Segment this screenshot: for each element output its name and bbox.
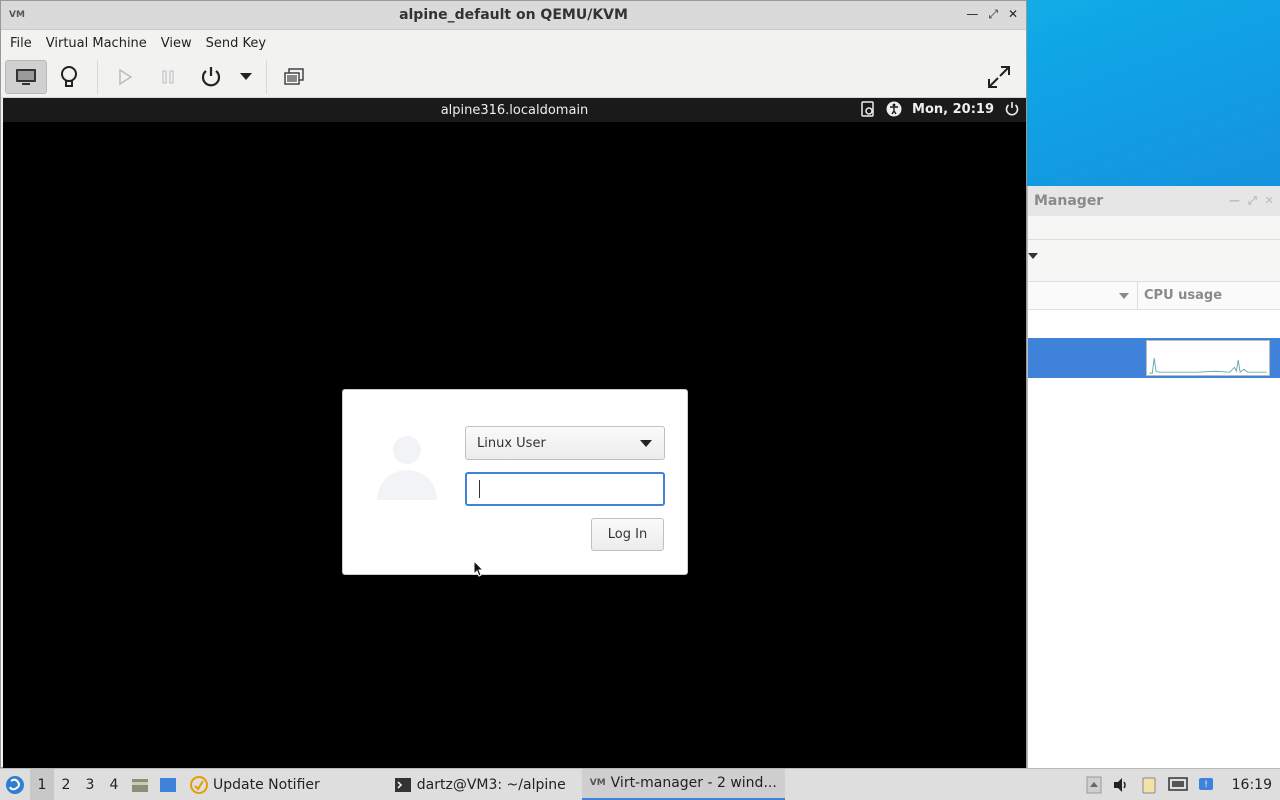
accessibility-icon[interactable] (886, 101, 902, 117)
shutdown-button[interactable] (190, 60, 232, 94)
workspace-4[interactable]: 4 (102, 769, 126, 800)
maximize-icon[interactable]: ⤢ (1248, 194, 1257, 208)
desktop-icon (160, 777, 176, 792)
taskbar: 1 2 3 4 Update Notifier dartz@VM3: ~/alp… (0, 768, 1280, 800)
menu-view[interactable]: View (154, 36, 199, 51)
manager-menubar (1028, 216, 1280, 240)
monitor-icon (16, 68, 36, 85)
workspace-3[interactable]: 3 (78, 769, 102, 800)
task-terminal[interactable]: dartz@VM3: ~/alpine (386, 769, 574, 800)
virt-manager-app-icon: VM (9, 10, 25, 20)
task-label: dartz@VM3: ~/alpine (416, 776, 566, 793)
volume-icon[interactable] (1112, 777, 1130, 793)
manager-toolbar (1028, 240, 1280, 282)
file-manager-launcher[interactable] (126, 769, 154, 800)
guest-hostname: alpine316.localdomain (440, 102, 589, 118)
network-icon[interactable] (1167, 776, 1188, 793)
snapshots-button[interactable] (273, 60, 315, 94)
workspace-2[interactable]: 2 (54, 769, 78, 800)
play-icon (119, 68, 133, 85)
clipboard-icon[interactable] (1140, 776, 1158, 794)
guest-topbar: alpine316.localdomain Mon, 20:19 (3, 98, 1026, 122)
fullscreen-icon (988, 66, 1010, 88)
selected-user: Linux User (477, 435, 546, 451)
login-button[interactable]: Log In (591, 518, 664, 551)
menu-file[interactable]: File (3, 36, 39, 51)
system-tray: ! 16:19 (1086, 769, 1280, 800)
vm-row-selected[interactable] (1028, 338, 1280, 378)
cpu-usage-graph (1146, 340, 1270, 376)
task-update-notifier[interactable]: Update Notifier (182, 769, 328, 800)
menubar: File Virtual Machine View Send Key (1, 30, 1026, 56)
show-details-button[interactable] (48, 60, 90, 94)
lightbulb-icon (61, 65, 77, 87)
fullscreen-button[interactable] (982, 60, 1016, 94)
notification-icon[interactable]: ! (1198, 777, 1214, 793)
task-label: Virt-manager - 2 wind... (610, 775, 777, 791)
name-column-header[interactable] (1028, 282, 1138, 309)
guest-display[interactable]: alpine316.localdomain Mon, 20:19 Linux U… (3, 98, 1026, 769)
chevron-down-icon (240, 72, 252, 80)
keyboard-layout-icon[interactable] (860, 101, 876, 117)
run-button[interactable] (104, 60, 146, 94)
text-cursor (479, 480, 480, 498)
snapshot-icon (284, 67, 304, 85)
update-notifier-icon (190, 775, 208, 794)
window-title: alpine_default on QEMU/KVM (399, 7, 628, 23)
user-select-dropdown[interactable]: Linux User (465, 426, 665, 460)
login-dialog: Linux User Log In (342, 389, 688, 575)
lxqt-logo-icon (6, 775, 24, 794)
manager-titlebar[interactable]: Manager — ⤢ ✕ (1028, 186, 1280, 216)
virt-manager-window[interactable]: Manager — ⤢ ✕ CPU usage (1027, 186, 1280, 768)
pause-icon (162, 70, 174, 83)
manager-title: Manager (1034, 193, 1104, 209)
power-icon[interactable] (1004, 101, 1020, 117)
toolbar-separator (266, 59, 267, 94)
minimize-icon[interactable]: — (1229, 194, 1240, 208)
menu-send-key[interactable]: Send Key (199, 36, 273, 51)
password-input[interactable] (465, 472, 665, 506)
show-console-button[interactable] (5, 59, 47, 94)
close-button[interactable]: ✕ (1008, 7, 1018, 22)
menu-virtual-machine[interactable]: Virtual Machine (39, 36, 154, 51)
svg-text:!: ! (1204, 780, 1208, 790)
dropdown-arrow-icon[interactable] (1028, 253, 1038, 259)
terminal-icon (394, 777, 411, 792)
mouse-pointer-icon (473, 560, 485, 577)
toolbar (1, 56, 1026, 98)
virt-manager-icon: VM (589, 778, 606, 788)
close-icon[interactable]: ✕ (1265, 194, 1274, 208)
maximize-button[interactable]: ⤢ (988, 7, 998, 22)
workspace-1[interactable]: 1 (30, 768, 54, 800)
pause-button[interactable] (147, 60, 189, 94)
shutdown-menu-button[interactable] (233, 60, 259, 94)
tray-expand-icon[interactable] (1086, 776, 1102, 794)
toolbar-separator (97, 59, 98, 94)
chevron-down-icon (640, 440, 652, 447)
vm-console-window[interactable]: VM alpine_default on QEMU/KVM — ⤢ ✕ File… (0, 0, 1027, 769)
cpu-usage-column-header[interactable]: CPU usage (1138, 288, 1222, 303)
start-menu-button[interactable] (0, 769, 30, 800)
show-desktop-button[interactable] (154, 769, 182, 800)
taskbar-clock[interactable]: 16:19 (1232, 777, 1272, 793)
power-icon (201, 66, 221, 86)
vm-list-header: CPU usage (1028, 282, 1280, 310)
task-label: Update Notifier (213, 776, 320, 793)
user-avatar-icon (377, 436, 437, 500)
folder-icon (132, 778, 148, 792)
minimize-button[interactable]: — (966, 7, 978, 22)
guest-clock[interactable]: Mon, 20:19 (912, 102, 994, 117)
connection-row[interactable] (1028, 310, 1280, 338)
window-titlebar[interactable]: VM alpine_default on QEMU/KVM — ⤢ ✕ (1, 1, 1026, 30)
sort-arrow-icon (1119, 293, 1129, 299)
task-virt-manager[interactable]: VM Virt-manager - 2 wind... (581, 768, 785, 800)
